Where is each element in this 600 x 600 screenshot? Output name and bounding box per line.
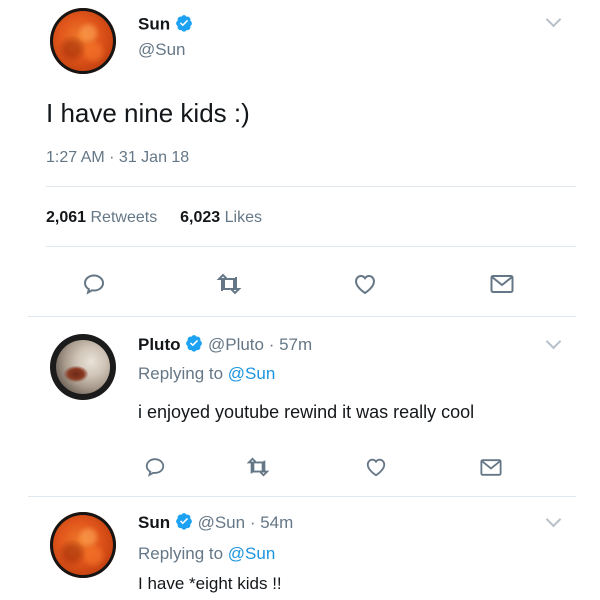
tweet-timestamp[interactable]: 1:27 AM · 31 Jan 18: [46, 149, 189, 167]
reply-time[interactable]: · 57m: [269, 335, 312, 354]
chevron-down-icon[interactable]: [545, 11, 562, 28]
divider: [28, 496, 576, 497]
likes-count[interactable]: 6,023: [180, 209, 220, 226]
reply-author-handle[interactable]: @Sun: [198, 513, 246, 532]
replying-to-prefix: Replying to: [138, 544, 224, 563]
reply-author-name[interactable]: Pluto: [138, 335, 181, 354]
reply-author-name[interactable]: Sun: [138, 513, 170, 532]
reply-header: Pluto @Pluto · 57m: [138, 334, 312, 357]
replying-to: Replying to @Sun: [138, 544, 275, 564]
tweet-author: Sun @Sun: [138, 14, 193, 60]
replying-to: Replying to @Sun: [138, 364, 275, 384]
replying-to-handle[interactable]: @Sun: [228, 364, 276, 383]
reply-text: i enjoyed youtube rewind it was really c…: [138, 402, 475, 422]
reply-time[interactable]: · 54m: [250, 513, 293, 532]
like-heart-icon[interactable]: [364, 456, 388, 483]
divider: [46, 246, 576, 247]
reply-icon[interactable]: [144, 456, 166, 483]
verified-badge-icon: [175, 14, 193, 37]
chevron-down-icon[interactable]: [545, 333, 562, 350]
sun-avatar[interactable]: [50, 512, 116, 578]
retweets-count[interactable]: 2,061: [46, 209, 86, 226]
reply-header: Sun @Sun · 54m: [138, 512, 293, 535]
reply-text: I have *eight kids !!: [138, 574, 282, 593]
pluto-avatar[interactable]: [50, 334, 116, 400]
tweet-stats: 2,061 Retweets 6,023 Likes: [46, 209, 262, 227]
sun-avatar[interactable]: [50, 8, 116, 74]
retweets-label[interactable]: Retweets: [91, 209, 158, 226]
reply-icon[interactable]: [82, 272, 106, 301]
retweet-icon[interactable]: [246, 456, 270, 483]
tweet-text: I have nine kids :): [46, 98, 250, 128]
likes-label[interactable]: Likes: [225, 209, 262, 226]
direct-message-icon[interactable]: [490, 274, 514, 299]
replying-to-handle[interactable]: @Sun: [228, 544, 276, 563]
divider: [28, 316, 576, 317]
tweet-author-name[interactable]: Sun: [138, 15, 170, 34]
twitter-thread: Sun @Sun I have nine kids :) 1:27 AM · 3…: [28, 0, 576, 600]
chevron-down-icon[interactable]: [545, 511, 562, 528]
tweet-author-handle[interactable]: @Sun: [138, 40, 193, 60]
verified-badge-icon: [175, 512, 193, 535]
reply-author-handle[interactable]: @Pluto: [208, 335, 264, 354]
divider: [46, 186, 576, 187]
like-heart-icon[interactable]: [352, 272, 378, 301]
verified-badge-icon: [185, 334, 203, 357]
replying-to-prefix: Replying to: [138, 364, 224, 383]
retweet-icon[interactable]: [216, 272, 242, 301]
direct-message-icon[interactable]: [480, 458, 502, 482]
